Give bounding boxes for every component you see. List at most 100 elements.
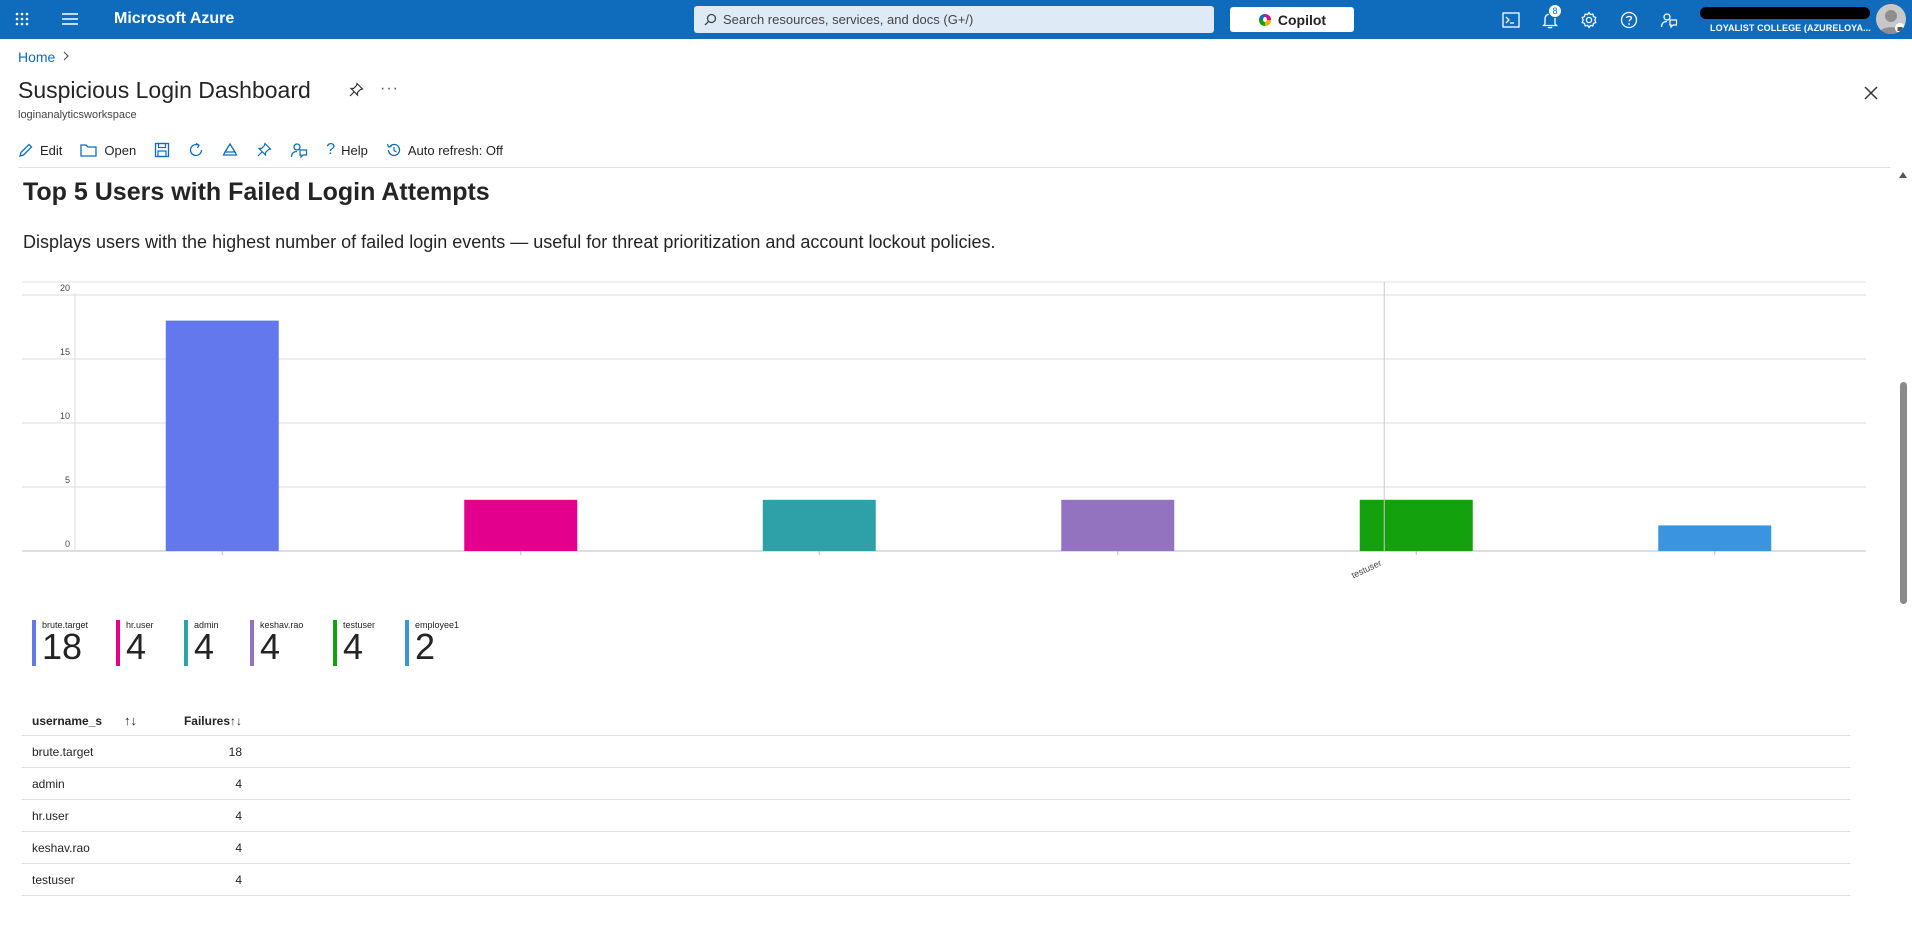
help-icon[interactable] bbox=[1618, 9, 1640, 31]
save-icon bbox=[154, 142, 170, 158]
bar-admin bbox=[762, 499, 876, 551]
account-email-redacted bbox=[1700, 7, 1870, 19]
save-button[interactable] bbox=[154, 142, 170, 158]
summary-tile: hr.user 4 bbox=[116, 620, 184, 668]
summary-tile: admin 4 bbox=[184, 620, 250, 668]
cell-failures: 4 bbox=[235, 808, 242, 823]
pin-to-dashboard-button[interactable] bbox=[256, 142, 272, 158]
tile-value: 18 bbox=[42, 626, 83, 667]
failed-logins-bar-chart: 20 15 10 5 0 testuser bbox=[22, 281, 1866, 581]
global-search[interactable] bbox=[694, 6, 1214, 33]
edit-label: Edit bbox=[40, 142, 63, 158]
help-label: Help bbox=[341, 142, 368, 158]
summary-tile: keshav.rao 4 bbox=[250, 620, 333, 668]
tile-value: 4 bbox=[126, 626, 147, 667]
search-input[interactable] bbox=[717, 12, 1197, 27]
bar-brute.target bbox=[165, 320, 279, 551]
cell-username: keshav.rao bbox=[32, 840, 90, 855]
breadcrumb-home[interactable]: Home bbox=[18, 49, 55, 65]
grid-body: brute.target 18 admin 4 hr.user 4 keshav.rao 4 t… bbox=[22, 736, 1850, 896]
table-row[interactable]: testuser 4 bbox=[22, 864, 1850, 896]
more-options-icon[interactable]: ··· bbox=[380, 80, 399, 98]
grid-header: username_s ↑↓ Failures↑↓ bbox=[22, 706, 1850, 736]
hamburger-menu-icon[interactable] bbox=[59, 8, 81, 30]
gear-icon[interactable] bbox=[1578, 9, 1600, 31]
y-tick-label: 10 bbox=[60, 411, 70, 421]
edit-button[interactable]: Edit bbox=[18, 142, 62, 158]
pencil-icon bbox=[18, 142, 34, 158]
avatar[interactable] bbox=[1876, 4, 1906, 34]
cell-username: brute.target bbox=[32, 744, 94, 759]
apps-grid-icon[interactable] bbox=[11, 8, 33, 30]
cell-username: hr.user bbox=[32, 808, 69, 823]
y-tick-label: 0 bbox=[65, 539, 70, 549]
table-row[interactable]: keshav.rao 4 bbox=[22, 832, 1850, 864]
cell-failures: 4 bbox=[235, 840, 242, 855]
section-description: Displays users with the highest number o… bbox=[23, 232, 996, 252]
summary-tile: testuser 4 bbox=[333, 620, 405, 668]
question-mark-icon: ? bbox=[326, 141, 336, 158]
auto-refresh-label: Auto refresh: Off bbox=[407, 142, 504, 158]
account-directory-name[interactable]: LOYALIST COLLEGE (AZURELOYA... bbox=[1710, 23, 1871, 33]
bar-employee1 bbox=[1658, 525, 1772, 551]
table-row[interactable]: admin 4 bbox=[22, 768, 1850, 800]
open-label: Open bbox=[104, 142, 137, 158]
scroll-up-icon[interactable] bbox=[1899, 172, 1907, 178]
y-tick-label: 20 bbox=[60, 283, 70, 293]
y-tick-label: 5 bbox=[65, 475, 70, 485]
results-grid: username_s ↑↓ Failures↑↓ brute.target 18 ad… bbox=[22, 706, 1850, 896]
pin-icon bbox=[256, 142, 272, 158]
copilot-label: Copilot bbox=[1277, 11, 1327, 28]
table-row[interactable]: brute.target 18 bbox=[22, 736, 1850, 768]
tile-color-bar bbox=[333, 620, 337, 666]
top-bar: Microsoft Azure Copilot 8 LOYALIST COLLE… bbox=[0, 0, 1912, 39]
copilot-button[interactable]: Copilot bbox=[1230, 7, 1354, 32]
recycle-icon bbox=[222, 142, 238, 158]
folder-icon bbox=[80, 143, 98, 158]
breadcrumb: Home bbox=[18, 49, 70, 65]
column-header-failures[interactable]: Failures↑↓ bbox=[172, 714, 242, 728]
workbook-toolbar: Edit Open ? Help Auto refresh: Off bbox=[18, 138, 521, 162]
tile-color-bar bbox=[116, 620, 120, 666]
cell-username: admin bbox=[32, 776, 65, 791]
scrollbar-thumb[interactable] bbox=[1900, 382, 1907, 604]
chevron-right-icon bbox=[63, 51, 70, 64]
table-row[interactable]: hr.user 4 bbox=[22, 800, 1850, 832]
reset-button[interactable] bbox=[222, 142, 238, 158]
auto-refresh-button[interactable]: Auto refresh: Off bbox=[386, 142, 503, 158]
refresh-button[interactable] bbox=[188, 142, 204, 158]
pin-icon[interactable] bbox=[348, 82, 364, 103]
brand-name[interactable]: Microsoft Azure bbox=[114, 10, 234, 28]
help-button[interactable]: ? Help bbox=[326, 141, 368, 159]
tile-value: 4 bbox=[343, 626, 364, 667]
cell-failures: 4 bbox=[235, 776, 242, 791]
cell-failures: 4 bbox=[235, 872, 242, 887]
summary-tile: brute.target 18 bbox=[32, 620, 116, 668]
tile-value: 4 bbox=[194, 626, 215, 667]
tile-color-bar bbox=[32, 620, 36, 666]
page-title: Suspicious Login Dashboard bbox=[18, 77, 311, 103]
open-button[interactable]: Open bbox=[80, 143, 136, 158]
x-tick-label: testuser bbox=[1350, 558, 1383, 581]
feedback-button[interactable] bbox=[290, 141, 308, 159]
search-icon bbox=[704, 13, 717, 26]
workspace-name: loginanalyticsworkspace bbox=[18, 109, 137, 121]
sort-arrows-icon[interactable]: ↑↓ bbox=[230, 714, 242, 728]
tile-color-bar bbox=[405, 620, 409, 666]
cloud-shell-icon[interactable] bbox=[1500, 9, 1522, 31]
close-icon[interactable] bbox=[1864, 80, 1878, 106]
refresh-icon bbox=[188, 142, 204, 158]
sort-arrows-icon[interactable]: ↑↓ bbox=[124, 713, 137, 728]
toolbar-divider bbox=[18, 167, 1890, 168]
tile-value: 4 bbox=[260, 626, 281, 667]
y-tick-label: 15 bbox=[60, 347, 70, 357]
cell-failures: 18 bbox=[228, 744, 242, 759]
feedback-icon[interactable] bbox=[1658, 9, 1680, 31]
bar-keshav.rao bbox=[1061, 499, 1175, 551]
summary-tiles: brute.target 18 hr.user 4 admin 4 keshav.rao 4 t… bbox=[32, 620, 465, 668]
column-header-username[interactable]: username_s ↑↓ bbox=[22, 713, 172, 728]
tile-color-bar bbox=[250, 620, 254, 666]
tile-color-bar bbox=[184, 620, 188, 666]
cell-username: testuser bbox=[32, 872, 75, 887]
notification-count-badge: 8 bbox=[1548, 4, 1562, 18]
